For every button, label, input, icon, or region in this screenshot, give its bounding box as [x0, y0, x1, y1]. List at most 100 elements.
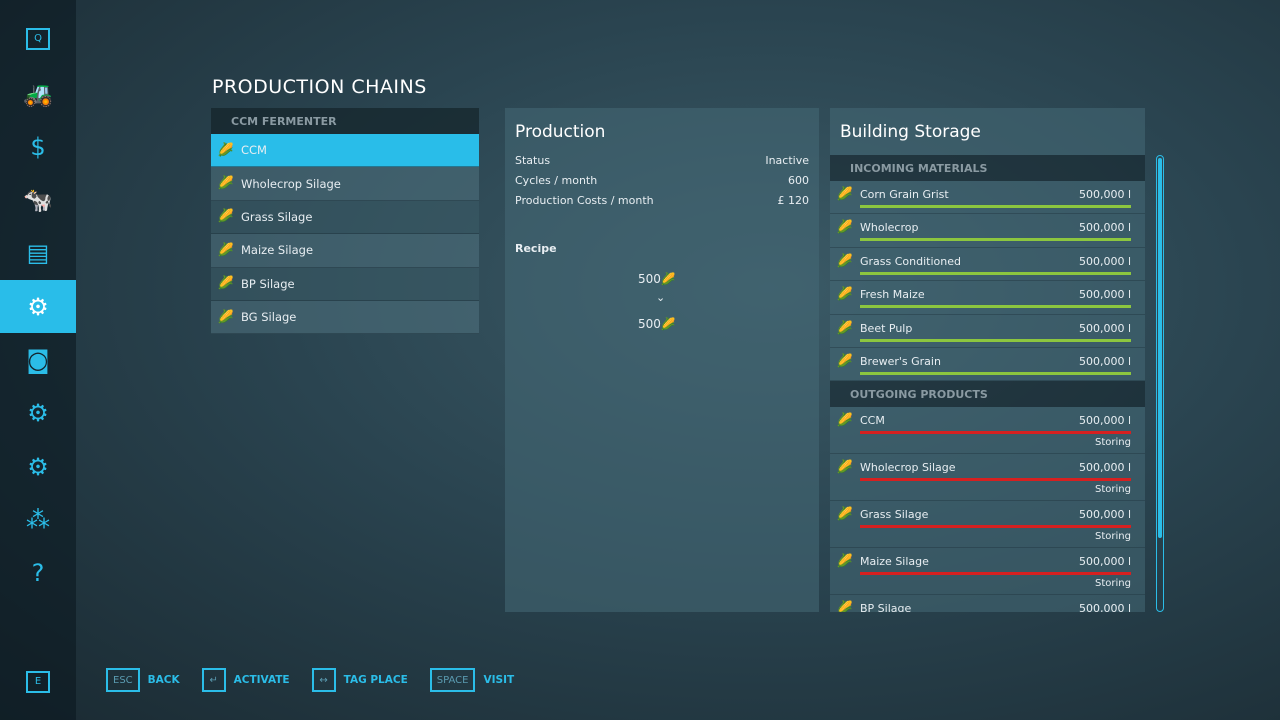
incoming-material-row: 🌽 Brewer's Grain 500,000 l: [830, 347, 1145, 382]
fill-type-icon: 🌽: [836, 460, 854, 476]
fill-type-icon: 🌽: [836, 507, 854, 523]
fill-type-icon: 🌽: [836, 287, 854, 303]
production-panel: Production Status Inactive Cycles / month 6…: [505, 108, 819, 612]
chevron-down-icon: ⌄: [656, 291, 666, 304]
sidebar: Q 🚜 $ 🐄 ▤ ⚙ ◙ ⚙ ⚙ ⁂? E: [0, 0, 76, 720]
sidebar-item-vehicle-settings[interactable]: ⚙: [0, 387, 76, 440]
recipe-input: 500 🌽: [638, 272, 676, 286]
footer-controls: ESC BACK ↵ ACTIVATE ↔ TAG PLACE SPACE VISIT: [106, 668, 514, 692]
incoming-material-row: 🌽 Corn Grain Grist 500,000 l: [830, 181, 1145, 215]
chain-item-label: BG Silage: [241, 310, 297, 325]
sidebar-item-dollar[interactable]: $: [0, 120, 76, 173]
fill-type-icon: 🌽: [217, 209, 235, 225]
fill-level-bar: [860, 305, 1131, 309]
recipe-output: 500 🌽: [638, 317, 676, 331]
incoming-material-row: 🌽 Grass Conditioned 500,000 l: [830, 247, 1145, 282]
chain-item[interactable]: 🌽 Maize Silage: [211, 234, 479, 268]
incoming-material-row: 🌽 Beet Pulp 500,000 l: [830, 314, 1145, 348]
settings-icon: ⚙: [27, 452, 49, 481]
footer-tag-place-button[interactable]: ↔ TAG PLACE: [311, 668, 408, 692]
footer-visit-button[interactable]: SPACE VISIT: [429, 668, 514, 692]
contracts-icon: ▤: [26, 239, 50, 268]
dollar-icon: $: [30, 132, 46, 161]
fill-level-bar: [860, 338, 1131, 342]
storage-scrollbar[interactable]: [1156, 155, 1164, 612]
production-icon: ⚙: [27, 292, 49, 321]
fill-type-icon: 🌽: [836, 353, 854, 369]
chain-item-label: Maize Silage: [241, 243, 314, 258]
fill-type-icon: 🌽: [836, 187, 854, 202]
chain-item-label: BP Silage: [241, 276, 295, 291]
fill-type-icon: 🌽: [836, 253, 854, 269]
chain-group-header: CCM FERMENTER: [211, 108, 479, 134]
outgoing-product-row: 🌽BP Silage500,000 lStoring: [830, 595, 1145, 613]
fill-level-bar: [860, 478, 1131, 482]
chain-item[interactable]: 🌽 Wholecrop Silage: [211, 167, 479, 201]
chain-item[interactable]: 🌽 CCM: [211, 134, 479, 168]
outgoing-header: OUTGOING PRODUCTS: [830, 381, 1145, 408]
sidebar-item-help[interactable]: ?: [0, 547, 76, 600]
sidebar-item-cow[interactable]: 🐄: [0, 174, 76, 227]
fill-level-bar: [860, 238, 1131, 242]
next-page-key[interactable]: E: [0, 655, 76, 708]
incoming-header: INCOMING MATERIALS: [830, 155, 1145, 181]
outgoing-product-row: 🌽 CCM 500,000 l Storing: [830, 407, 1145, 455]
sidebar-item-tractor[interactable]: 🚜: [0, 67, 76, 120]
sidebar-item-tutorial[interactable]: ◙: [0, 334, 76, 387]
chain-item-label: CCM: [241, 143, 267, 158]
network-icon: ⁂: [26, 505, 50, 534]
fill-level-bar: [860, 271, 1131, 275]
fill-type-icon: 🌽: [217, 242, 235, 258]
footer-activate-button[interactable]: ↵ ACTIVATE: [201, 668, 290, 692]
fill-level-bar: [860, 431, 1131, 435]
storage-title: Building Storage: [830, 108, 1145, 155]
key-hint: ↔: [311, 668, 336, 692]
fill-level-bar: [860, 371, 1131, 375]
incoming-material-row: 🌽 Wholecrop 500,000 l: [830, 214, 1145, 248]
chain-item[interactable]: 🌽 BG Silage: [211, 300, 479, 335]
chain-item[interactable]: 🌽 Grass Silage: [211, 200, 479, 235]
help-icon: ?: [31, 559, 45, 588]
fill-level-bar: [860, 525, 1131, 529]
fill-type-icon: 🌽: [836, 601, 854, 613]
cow-icon: 🐄: [23, 186, 53, 215]
prev-page-key[interactable]: Q: [0, 12, 76, 65]
footer-back-button[interactable]: ESC BACK: [106, 668, 180, 692]
fill-type-icon: 🌽: [836, 413, 854, 429]
fill-type-icon: 🌽: [836, 320, 854, 336]
chain-item-label: Wholecrop Silage: [241, 176, 341, 191]
sidebar-item-production[interactable]: ⚙: [0, 280, 76, 334]
key-hint: ESC: [106, 668, 140, 692]
sidebar-item-network[interactable]: ⁂: [0, 493, 76, 546]
outgoing-product-row: 🌽 Grass Silage 500,000 l Storing: [830, 501, 1145, 549]
fill-type-icon: 🌽: [836, 554, 854, 570]
tutorial-icon: ◙: [26, 346, 50, 374]
key-hint: ↵: [201, 668, 226, 692]
key-hint: SPACE: [429, 668, 476, 692]
sidebar-item-contracts[interactable]: ▤: [0, 227, 76, 280]
production-stat-row: Production Costs / month £ 120: [515, 194, 809, 207]
production-chain-list: CCM FERMENTER 🌽 CCM 🌽 Wholecrop Silage 🌽 Gras…: [211, 108, 479, 335]
fill-type-icon: 🌽: [217, 176, 235, 192]
fill-type-icon: 🌽: [217, 142, 235, 158]
sidebar-item-settings[interactable]: ⚙: [0, 440, 76, 493]
outgoing-product-row: 🌽 Wholecrop Silage 500,000 l Storing: [830, 454, 1145, 502]
chain-item[interactable]: 🌽 BP Silage: [211, 267, 479, 301]
vehicle-settings-icon: ⚙: [27, 399, 49, 428]
building-storage-panel: Building Storage INCOMING MATERIALS 🌽 Cor…: [830, 108, 1145, 613]
fill-type-icon: 🌽: [836, 220, 854, 236]
recipe-label: Recipe: [515, 242, 557, 255]
incoming-material-row: 🌽 Fresh Maize 500,000 l: [830, 281, 1145, 315]
production-stat-row: Cycles / month 600: [515, 174, 809, 187]
ccm-icon: 🌽: [660, 317, 676, 331]
scrollbar-thumb[interactable]: [1158, 158, 1162, 538]
fill-type-icon: 🌽: [217, 309, 235, 325]
corn-icon: 🌽: [660, 272, 676, 286]
production-title: Production: [515, 122, 606, 142]
chain-item-label: Grass Silage: [241, 209, 313, 224]
fill-level-bar: [860, 572, 1131, 576]
fill-level-bar: [860, 205, 1131, 208]
production-stat-row: Status Inactive: [515, 154, 809, 167]
page-title: PRODUCTION CHAINS: [212, 76, 427, 98]
outgoing-product-row: 🌽 Maize Silage 500,000 l Storing: [830, 548, 1145, 596]
